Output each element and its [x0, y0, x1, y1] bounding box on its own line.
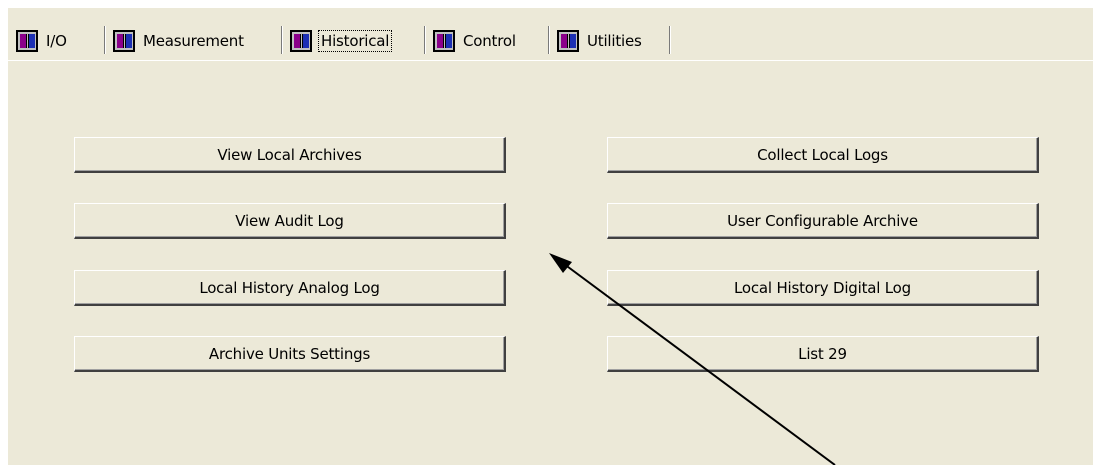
annotation-arrow-head: [549, 253, 572, 273]
annotation-arrow: [549, 253, 836, 465]
annotation-arrow-shaft: [555, 257, 836, 465]
